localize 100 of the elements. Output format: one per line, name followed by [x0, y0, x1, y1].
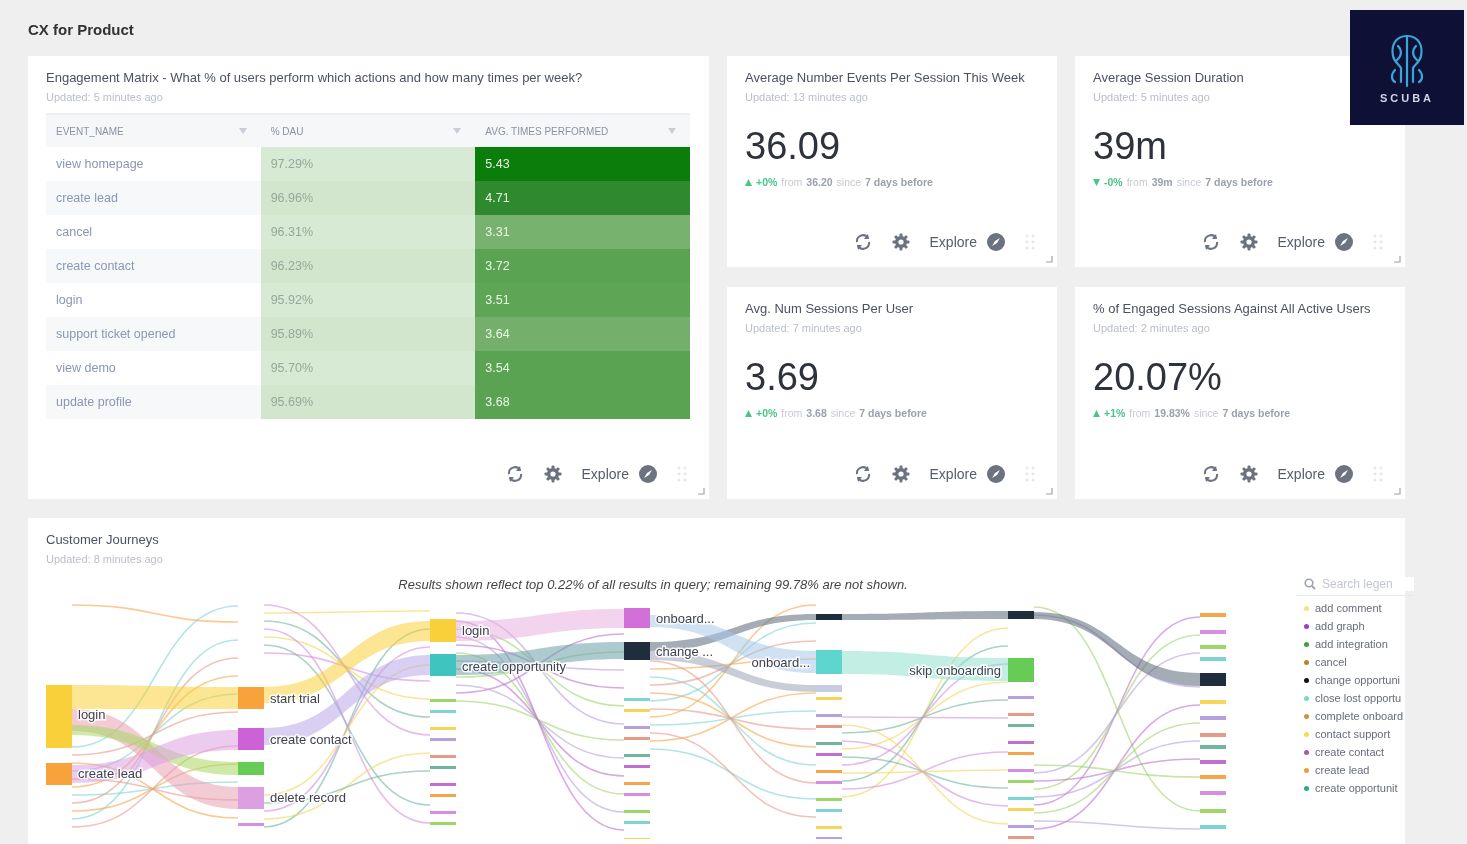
- explore-button[interactable]: Explore: [581, 465, 657, 483]
- sankey-node[interactable]: [624, 608, 650, 628]
- node-bar[interactable]: [430, 727, 456, 730]
- explore-button[interactable]: Explore: [1277, 233, 1353, 251]
- node-bar[interactable]: [1200, 630, 1226, 634]
- node-bar[interactable]: [1200, 809, 1226, 813]
- node-bar[interactable]: [430, 794, 456, 797]
- node-bar[interactable]: [1008, 611, 1034, 619]
- node-bar[interactable]: [816, 742, 842, 745]
- refresh-icon[interactable]: [1201, 465, 1220, 483]
- node-bar[interactable]: [624, 821, 650, 824]
- node-bar[interactable]: [1200, 745, 1226, 749]
- node-bar[interactable]: [1008, 808, 1034, 811]
- node-bar[interactable]: [1200, 700, 1226, 704]
- node-bar[interactable]: [1008, 797, 1034, 800]
- refresh-icon[interactable]: [853, 465, 872, 483]
- explore-button[interactable]: Explore: [929, 233, 1005, 251]
- node-bar[interactable]: [816, 714, 842, 717]
- node-bar[interactable]: [430, 755, 456, 758]
- drag-handle-icon[interactable]: [1373, 233, 1383, 251]
- sankey-node[interactable]: [1008, 658, 1034, 682]
- node-bar[interactable]: [816, 697, 842, 700]
- node-bar[interactable]: [816, 753, 842, 756]
- drag-handle-icon[interactable]: [1025, 465, 1035, 483]
- node-bar[interactable]: [1008, 713, 1034, 716]
- node-bar[interactable]: [238, 762, 264, 775]
- settings-icon[interactable]: [891, 465, 910, 483]
- node-bar[interactable]: [816, 685, 842, 692]
- legend-label[interactable]: cancel: [1315, 656, 1347, 668]
- refresh-icon[interactable]: [853, 233, 872, 251]
- node-bar[interactable]: [624, 793, 650, 796]
- node-bar[interactable]: [624, 709, 650, 712]
- settings-icon[interactable]: [891, 233, 910, 251]
- node-bar[interactable]: [430, 811, 456, 814]
- sankey-node[interactable]: [430, 619, 456, 642]
- legend-label[interactable]: complete onboard: [1315, 710, 1404, 722]
- settings-icon[interactable]: [1239, 465, 1258, 483]
- legend-label[interactable]: close lost opportu: [1315, 692, 1402, 704]
- node-bar[interactable]: [624, 765, 650, 768]
- resize-handle-icon[interactable]: [1046, 256, 1053, 263]
- node-bar[interactable]: [816, 770, 842, 773]
- column-header[interactable]: % DAU: [260, 114, 476, 147]
- settings-icon[interactable]: [1239, 233, 1258, 251]
- settings-icon[interactable]: [543, 465, 562, 483]
- node-bar[interactable]: [430, 783, 456, 786]
- node-bar[interactable]: [816, 725, 842, 728]
- legend-label[interactable]: add graph: [1315, 620, 1365, 632]
- column-header[interactable]: EVENT_NAME: [46, 114, 261, 147]
- node-bar[interactable]: [1200, 645, 1226, 649]
- legend-label[interactable]: add comment: [1315, 602, 1382, 614]
- refresh-icon[interactable]: [1201, 233, 1220, 251]
- resize-handle-icon[interactable]: [698, 488, 705, 495]
- node-bar[interactable]: [1200, 825, 1226, 829]
- node-bar[interactable]: [816, 798, 842, 801]
- node-bar[interactable]: [430, 710, 456, 713]
- node-bar[interactable]: [1008, 724, 1034, 727]
- explore-button[interactable]: Explore: [1277, 465, 1353, 483]
- node-bar[interactable]: [430, 738, 456, 741]
- node-bar[interactable]: [1200, 613, 1226, 617]
- node-bar[interactable]: [1008, 825, 1034, 828]
- node-bar[interactable]: [624, 810, 650, 813]
- legend-label[interactable]: add integration: [1315, 638, 1388, 650]
- legend-label[interactable]: create opportunit: [1315, 782, 1398, 794]
- node-bar[interactable]: [816, 781, 842, 784]
- sankey-node[interactable]: [238, 728, 264, 750]
- node-bar[interactable]: [816, 809, 842, 812]
- legend-label[interactable]: change opportuni: [1315, 674, 1400, 686]
- node-bar[interactable]: [1008, 752, 1034, 755]
- filter-icon[interactable]: [453, 128, 462, 134]
- node-bar[interactable]: [624, 754, 650, 757]
- node-bar[interactable]: [1200, 673, 1226, 686]
- legend-label[interactable]: create lead: [1315, 764, 1370, 776]
- node-bar[interactable]: [1200, 657, 1226, 661]
- column-header[interactable]: AVG. TIMES PERFORMED: [475, 114, 690, 147]
- filter-icon[interactable]: [238, 128, 247, 134]
- node-bar[interactable]: [1200, 733, 1226, 737]
- node-bar[interactable]: [1008, 836, 1034, 839]
- node-bar[interactable]: [238, 823, 264, 826]
- node-bar[interactable]: [624, 726, 650, 729]
- node-bar[interactable]: [1200, 760, 1226, 764]
- node-bar[interactable]: [1008, 696, 1034, 699]
- drag-handle-icon[interactable]: [677, 465, 687, 483]
- sankey-node[interactable]: [238, 687, 264, 709]
- resize-handle-icon[interactable]: [1394, 256, 1401, 263]
- node-bar[interactable]: [624, 698, 650, 701]
- sankey-node[interactable]: [46, 685, 72, 748]
- filter-icon[interactable]: [668, 128, 676, 134]
- node-bar[interactable]: [624, 737, 650, 740]
- sankey-node[interactable]: [46, 763, 72, 785]
- drag-handle-icon[interactable]: [1025, 233, 1035, 251]
- node-bar[interactable]: [624, 782, 650, 785]
- drag-handle-icon[interactable]: [1373, 465, 1383, 483]
- resize-handle-icon[interactable]: [1394, 488, 1401, 495]
- node-bar[interactable]: [816, 614, 842, 620]
- node-bar[interactable]: [1200, 791, 1226, 795]
- sankey-node[interactable]: [816, 650, 842, 674]
- node-bar[interactable]: [816, 826, 842, 829]
- node-bar[interactable]: [1200, 775, 1226, 779]
- sankey-node[interactable]: [430, 654, 456, 676]
- refresh-icon[interactable]: [505, 465, 524, 483]
